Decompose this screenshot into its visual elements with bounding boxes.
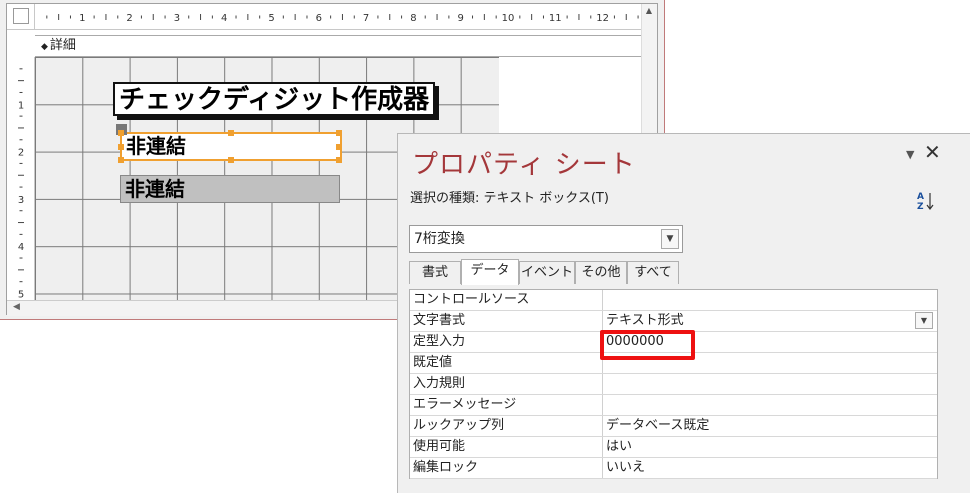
ruler-label: 8 (410, 13, 416, 24)
tab-all[interactable]: すべて (627, 261, 679, 284)
property-value[interactable]: 0000000 (602, 332, 937, 352)
resize-handle-bottom[interactable] (228, 157, 234, 163)
property-grid: コントロールソース 文字書式 テキスト形式 ▼ 定型入力 0000000 既定値… (409, 289, 938, 479)
pane-menu-icon[interactable]: ▼ (906, 148, 914, 161)
property-name: 入力規則 (413, 376, 466, 391)
section-collapse-icon: ◆ (41, 42, 48, 52)
property-name: 使用可能 (413, 439, 466, 454)
property-sheet-title: プロパティ シート (412, 150, 636, 180)
svg-text:A: A (917, 192, 924, 202)
property-value: テキスト形式 (606, 313, 684, 328)
property-name: エラーメッセージ (413, 397, 517, 412)
property-name: コントロールソース (413, 292, 530, 307)
scroll-up-icon[interactable]: ▲ (644, 6, 654, 16)
close-icon[interactable]: ✕ (924, 140, 941, 164)
svg-text:Z: Z (917, 202, 924, 212)
horizontal-ruler-marks: 1 2 3 4 5 6 7 8 9 10 11 12 (46, 13, 639, 24)
ruler-label: 6 (316, 13, 322, 24)
property-name: 文字書式 (413, 313, 466, 328)
property-value[interactable] (602, 395, 937, 415)
detail-section-label: 詳細 (49, 38, 76, 53)
property-value[interactable]: はい (602, 437, 937, 457)
title-label-control[interactable]: チェックディジット作成器 (113, 82, 436, 116)
ruler-label: 5 (18, 290, 24, 301)
resize-handle-right[interactable] (336, 144, 342, 150)
property-value[interactable] (602, 374, 937, 394)
property-value-dropdown[interactable]: テキスト形式 ▼ (602, 311, 937, 331)
ruler-label: 12 (596, 13, 609, 24)
chevron-down-icon[interactable]: ▼ (915, 312, 933, 329)
resize-handle-left[interactable] (118, 144, 124, 150)
property-value[interactable] (602, 290, 937, 310)
ruler-label: 3 (18, 195, 24, 206)
resize-handle-bottom-left[interactable] (118, 157, 124, 163)
sort-az-icon[interactable]: A Z (916, 190, 936, 212)
property-row-validation-text[interactable]: エラーメッセージ (410, 395, 937, 416)
property-row-locked[interactable]: 編集ロック いいえ (410, 458, 937, 479)
selection-type-label: 選択の種類: テキスト ボックス(T) (410, 191, 609, 206)
tab-data[interactable]: データ (461, 259, 519, 285)
form-selector[interactable] (7, 4, 35, 30)
resize-handle-bottom-right[interactable] (336, 157, 342, 163)
ruler-label: 5 (268, 13, 274, 24)
resize-handle-top-right[interactable] (336, 130, 342, 136)
ruler-label: 9 (458, 13, 464, 24)
scroll-left-icon[interactable]: ◀ (13, 302, 20, 312)
detail-section-bar[interactable]: ◆ 詳細 (35, 35, 641, 57)
property-name: ルックアップ列 (413, 418, 505, 433)
ruler-label: 1 (79, 13, 85, 24)
property-sheet: プロパティ シート ▼ ✕ 選択の種類: テキスト ボックス(T) A Z 7桁… (397, 133, 970, 493)
ruler-label: 10 (502, 13, 515, 24)
unbound-textbox-2[interactable]: 非連結 (120, 175, 340, 203)
ruler-label: 7 (363, 13, 369, 24)
property-row-control-source[interactable]: コントロールソース (410, 290, 937, 311)
property-row-enabled[interactable]: 使用可能 はい (410, 437, 937, 458)
ruler-label: 2 (126, 13, 132, 24)
property-row-lookup[interactable]: ルックアップ列 データベース既定 (410, 416, 937, 437)
property-name: 既定値 (413, 355, 453, 370)
property-row-input-mask[interactable]: 定型入力 0000000 (410, 332, 937, 353)
tab-other[interactable]: その他 (575, 261, 627, 284)
property-value[interactable]: いいえ (602, 458, 937, 478)
unbound-textbox-selected[interactable]: 非連結 (116, 124, 342, 163)
resize-handle-top[interactable] (228, 130, 234, 136)
vertical-ruler[interactable]: 1 2 3 4 5 (7, 57, 35, 300)
property-name: 定型入力 (413, 334, 466, 349)
chevron-down-icon[interactable]: ▼ (661, 229, 679, 249)
property-value[interactable]: データベース既定 (602, 416, 937, 436)
horizontal-ruler[interactable]: 1 2 3 4 5 6 7 8 9 10 11 12 (35, 4, 641, 30)
property-value[interactable] (602, 353, 937, 373)
property-row-validation-rule[interactable]: 入力規則 (410, 374, 937, 395)
tab-format[interactable]: 書式 (409, 261, 461, 284)
ruler-label: 2 (18, 148, 24, 159)
unbound-textbox-text: 非連結 (126, 134, 186, 158)
ruler-label: 1 (18, 100, 24, 111)
resize-handle-top-left[interactable] (118, 130, 124, 136)
object-selector-dropdown[interactable]: 7桁変換 ▼ (409, 225, 683, 253)
ruler-label: 4 (18, 242, 24, 253)
sort-az-glyph: A Z (917, 192, 934, 212)
form-selector-box[interactable] (13, 8, 29, 24)
vertical-ruler-marks: 1 2 3 4 5 (18, 68, 24, 301)
property-row-default-value[interactable]: 既定値 (410, 353, 937, 374)
ruler-label: 3 (174, 13, 180, 24)
object-selector-value: 7桁変換 (414, 231, 465, 247)
tab-event[interactable]: イベント (519, 261, 575, 284)
ruler-label: 4 (221, 13, 227, 24)
property-name: 編集ロック (413, 460, 479, 475)
ruler-label: 11 (549, 13, 562, 24)
property-row-text-format[interactable]: 文字書式 テキスト形式 ▼ (410, 311, 937, 332)
